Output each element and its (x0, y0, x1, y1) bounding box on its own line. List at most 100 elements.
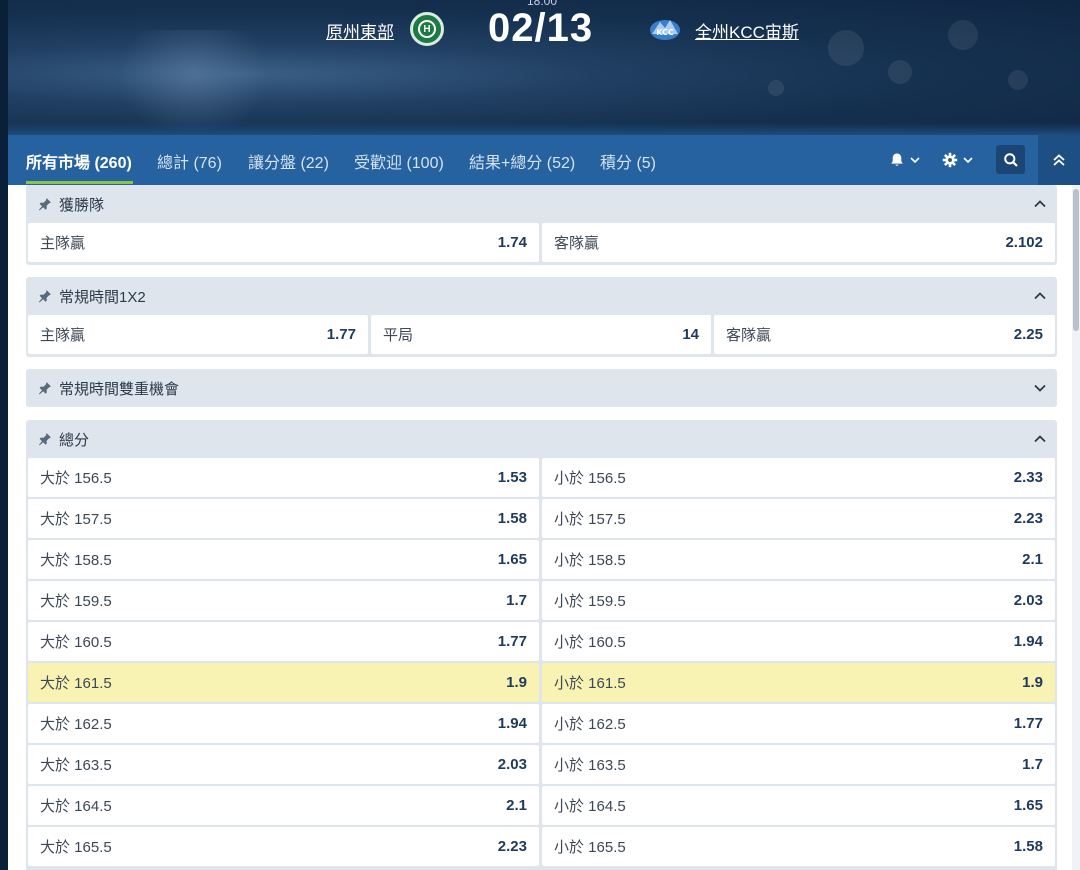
pin-icon[interactable] (38, 432, 52, 446)
over-label: 大於 157.5 (40, 511, 112, 528)
over-outcome-cell[interactable]: 大於 157.5 1.58 (28, 499, 539, 538)
away-team-logo-icon: KCC (650, 20, 680, 40)
total-line-row: 大於 165.5 2.23 小於 165.5 1.58 (28, 827, 1055, 866)
under-outcome-cell[interactable]: 小於 157.5 2.23 (542, 499, 1055, 538)
collapse-header-button[interactable] (1038, 135, 1080, 185)
under-odd: 2.33 (1013, 469, 1043, 486)
market-title: 獲勝隊 (59, 196, 105, 214)
notification-toggle[interactable] (889, 148, 921, 172)
over-odd: 2.23 (497, 838, 527, 855)
over-outcome-cell[interactable]: 大於 164.5 2.1 (28, 786, 539, 825)
over-outcome-cell[interactable]: 大於 161.5 1.9 (28, 663, 539, 702)
under-label: 小於 165.5 (554, 839, 626, 856)
outcome-odd: 14 (682, 326, 699, 343)
over-label: 大於 159.5 (40, 593, 112, 610)
tab-popular[interactable]: 受歡迎 (100) (354, 149, 444, 173)
total-line-row: 大於 162.5 1.94 小於 162.5 1.77 (28, 704, 1055, 743)
outcome-cell[interactable]: 客隊贏 2.25 (714, 315, 1055, 354)
market-double-chance: 常規時間雙重機會 (26, 369, 1057, 407)
under-outcome-cell[interactable]: 小於 156.5 2.33 (542, 458, 1055, 497)
under-outcome-cell[interactable]: 小於 158.5 2.1 (542, 540, 1055, 579)
chevron-down-icon[interactable] (1033, 381, 1047, 395)
outcome-cell[interactable]: 平局 14 (371, 315, 711, 354)
bokeh-light (1008, 70, 1028, 90)
chevron-up-icon[interactable] (1033, 289, 1047, 303)
tab-totals[interactable]: 總計 (76) (157, 149, 222, 173)
bokeh-light (888, 60, 912, 84)
over-outcome-cell[interactable]: 大於 162.5 1.94 (28, 704, 539, 743)
chevron-down-icon (910, 157, 920, 164)
header-fade (8, 123, 1080, 135)
over-outcome-cell[interactable]: 大於 160.5 1.77 (28, 622, 539, 661)
tab-handicap[interactable]: 讓分盤 (22) (248, 149, 329, 173)
total-line-row: 大於 156.5 1.53 小於 156.5 2.33 (28, 458, 1055, 497)
home-team-link[interactable]: 原州東部 (326, 18, 394, 43)
market-header[interactable]: 常規時間雙重機會 (26, 369, 1057, 407)
under-odd: 2.23 (1013, 510, 1043, 527)
market-winner: 獲勝隊 主隊贏 1.74 客隊贏 2.102 (26, 185, 1057, 265)
under-odd: 1.7 (1022, 756, 1043, 773)
pin-icon[interactable] (38, 381, 52, 395)
over-label: 大於 165.5 (40, 839, 112, 856)
under-odd: 1.77 (1013, 715, 1043, 732)
outcome-cell[interactable]: 主隊贏 1.77 (28, 315, 368, 354)
over-outcome-cell[interactable]: 大於 156.5 1.53 (28, 458, 539, 497)
over-odd: 1.65 (497, 551, 527, 568)
search-icon (1003, 152, 1018, 167)
under-label: 小於 158.5 (554, 552, 626, 569)
outcome-cell[interactable]: 主隊贏 1.74 (28, 223, 539, 262)
active-tab-underline (26, 181, 133, 184)
under-odd: 1.94 (1013, 633, 1043, 650)
market-title: 常規時間1X2 (59, 288, 146, 306)
outcome-label: 客隊贏 (554, 235, 600, 252)
under-label: 小於 159.5 (554, 593, 626, 610)
left-rail (0, 0, 8, 870)
over-outcome-cell[interactable]: 大於 163.5 2.03 (28, 745, 539, 784)
bell-icon (891, 153, 903, 166)
outcome-label: 主隊贏 (40, 235, 86, 252)
outcome-odd: 2.25 (1013, 326, 1043, 343)
under-outcome-cell[interactable]: 小於 165.5 1.58 (542, 827, 1055, 866)
under-outcome-cell[interactable]: 小於 162.5 1.77 (542, 704, 1055, 743)
match-page: 18:00 原州東部 H 02/13 KCC 全州KCC宙斯 所有市場 (260… (0, 0, 1080, 870)
chevron-up-icon[interactable] (1033, 432, 1047, 446)
markets-list: 獲勝隊 主隊贏 1.74 客隊贏 2.102 常規時間1X2 主隊贏 1.77 … (8, 185, 1072, 870)
over-label: 大於 161.5 (40, 675, 112, 692)
pin-icon[interactable] (38, 197, 52, 211)
outcome-cell[interactable]: 客隊贏 2.102 (542, 223, 1055, 262)
over-outcome-cell[interactable]: 大於 158.5 1.65 (28, 540, 539, 579)
scrollbar[interactable] (1072, 185, 1080, 870)
outcome-row: 主隊贏 1.74 客隊贏 2.102 (28, 223, 1055, 262)
market-header[interactable]: 常規時間1X2 (26, 277, 1057, 315)
bokeh-light (828, 30, 864, 66)
under-label: 小於 156.5 (554, 470, 626, 487)
market-title: 總分 (59, 431, 90, 449)
tab-all-markets[interactable]: 所有市場 (260) (26, 149, 132, 173)
over-outcome-cell[interactable]: 大於 165.5 2.23 (28, 827, 539, 866)
outcome-label: 主隊贏 (40, 327, 86, 344)
chevron-up-icon[interactable] (1033, 197, 1047, 211)
bokeh-light (768, 80, 784, 96)
under-outcome-cell[interactable]: 小於 160.5 1.94 (542, 622, 1055, 661)
over-label: 大於 160.5 (40, 634, 112, 651)
under-odd: 2.03 (1013, 592, 1043, 609)
under-outcome-cell[interactable]: 小於 164.5 1.65 (542, 786, 1055, 825)
away-team-link[interactable]: 全州KCC宙斯 (695, 18, 799, 43)
scrollbar-thumb[interactable] (1073, 189, 1079, 331)
market-header[interactable]: 總分 (26, 420, 1057, 458)
outcome-odd: 1.77 (326, 326, 356, 343)
search-button[interactable] (996, 145, 1025, 174)
gear-icon (942, 152, 958, 168)
under-outcome-cell[interactable]: 小於 163.5 1.7 (542, 745, 1055, 784)
pin-icon[interactable] (38, 289, 52, 303)
settings-toggle[interactable] (942, 148, 974, 172)
outcome-odd: 1.74 (497, 234, 527, 251)
market-header[interactable]: 獲勝隊 (26, 185, 1057, 223)
over-outcome-cell[interactable]: 大於 159.5 1.7 (28, 581, 539, 620)
under-outcome-cell[interactable]: 小於 161.5 1.9 (542, 663, 1055, 702)
over-odd: 1.94 (497, 715, 527, 732)
double-chevron-up-icon (1053, 154, 1065, 166)
tab-points[interactable]: 積分 (5) (600, 149, 656, 173)
tab-result-total[interactable]: 結果+總分 (52) (469, 149, 575, 173)
under-outcome-cell[interactable]: 小於 159.5 2.03 (542, 581, 1055, 620)
